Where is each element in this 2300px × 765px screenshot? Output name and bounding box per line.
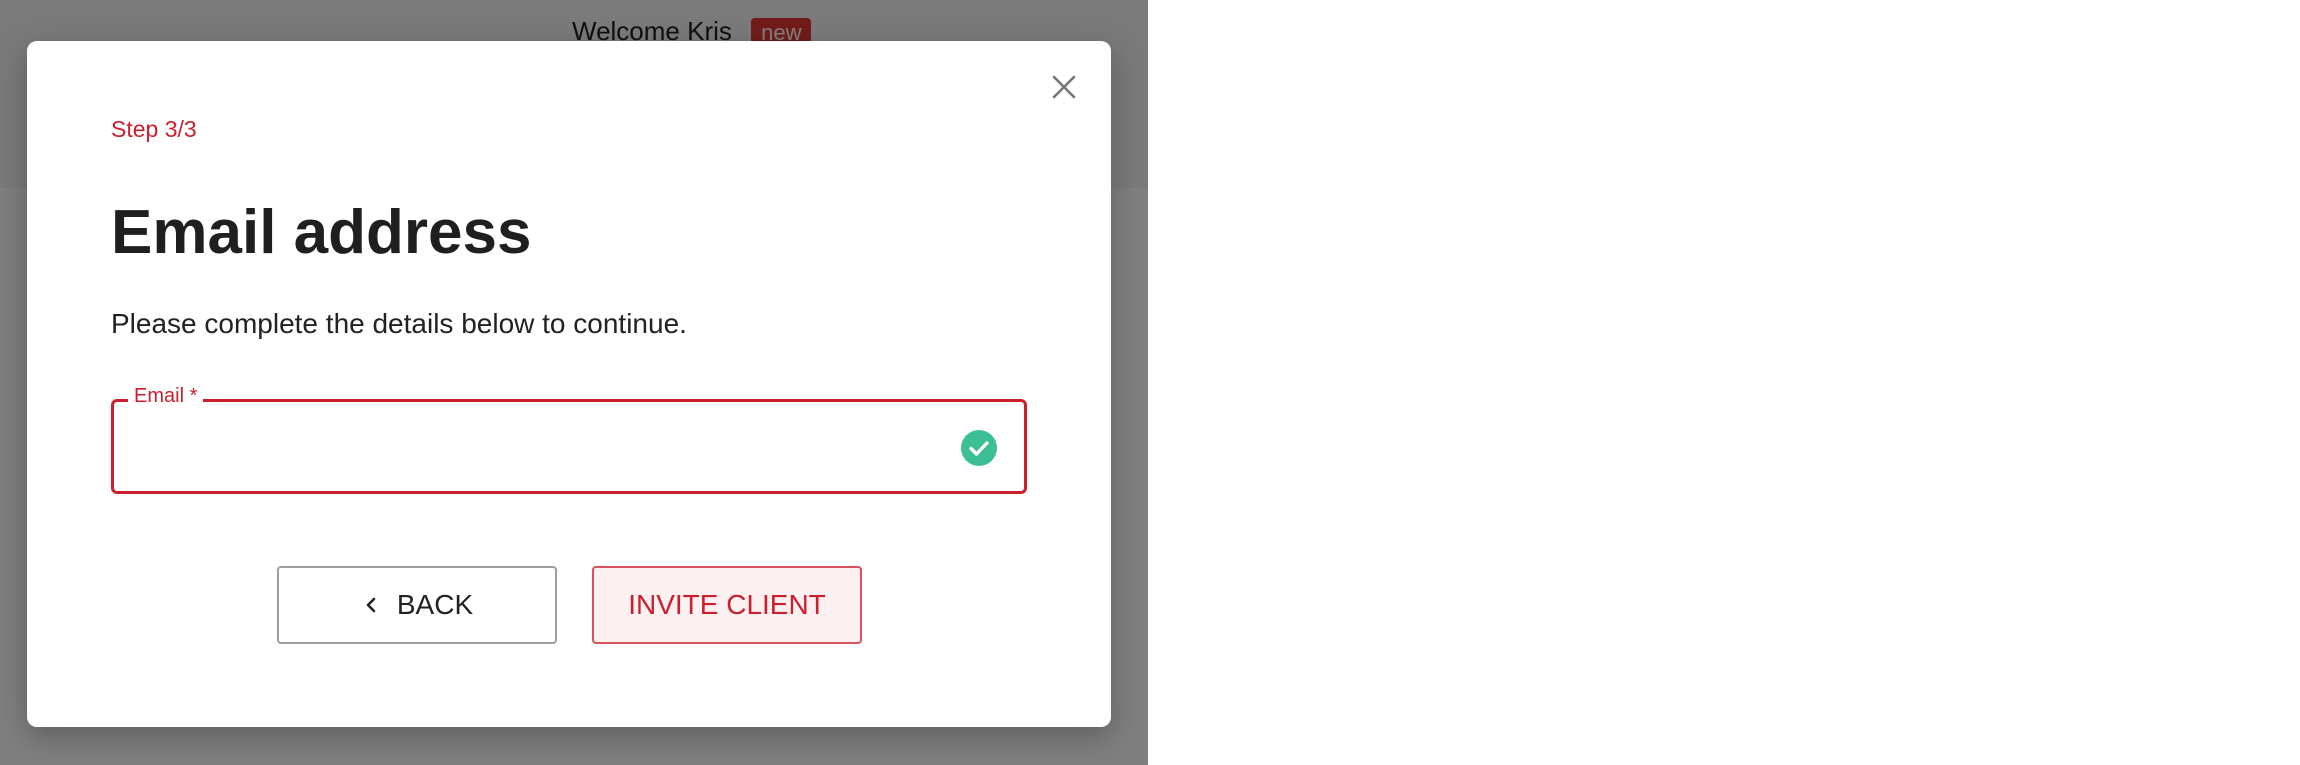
invite-client-button-label: INVITE CLIENT bbox=[628, 589, 826, 620]
invite-client-modal: Step 3/3 Email address Please complete t… bbox=[27, 41, 1111, 727]
email-input[interactable] bbox=[132, 424, 946, 472]
close-button[interactable] bbox=[1049, 72, 1079, 102]
step-indicator: Step 3/3 bbox=[111, 116, 197, 142]
modal-subtitle: Please complete the details below to con… bbox=[111, 308, 687, 339]
modal-title: Email address bbox=[111, 198, 532, 267]
back-button[interactable]: BACK bbox=[277, 566, 557, 644]
check-circle-icon bbox=[961, 430, 997, 466]
close-icon bbox=[1052, 75, 1076, 99]
back-button-label: BACK bbox=[396, 589, 474, 620]
chevron-left-icon bbox=[361, 595, 381, 615]
email-field[interactable]: Email * bbox=[111, 385, 1027, 494]
email-field-label: Email * bbox=[128, 385, 204, 408]
invite-client-button[interactable]: INVITE CLIENT bbox=[592, 566, 862, 644]
